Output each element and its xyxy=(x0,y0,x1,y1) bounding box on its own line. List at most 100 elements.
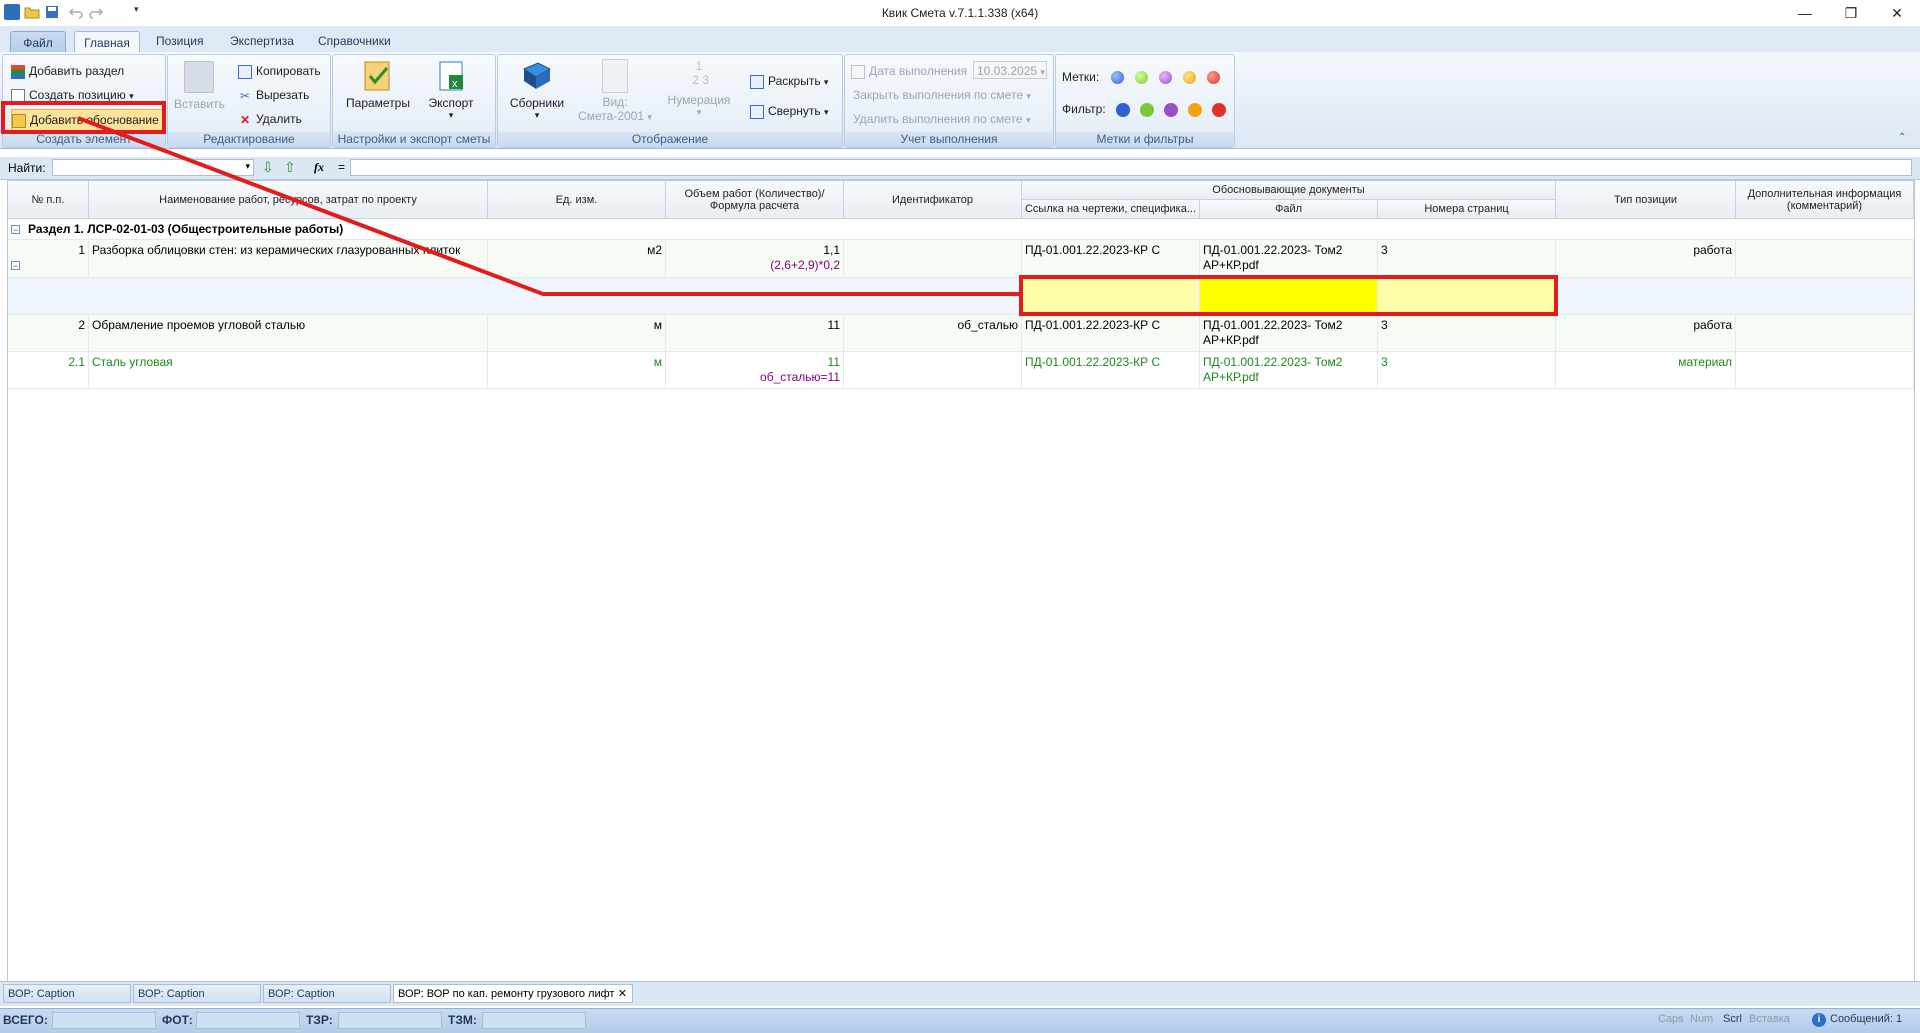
formula-fx-icon[interactable]: fx xyxy=(314,160,324,175)
header-docs-file[interactable]: Файл xyxy=(1200,200,1378,219)
document-tabs: ВОР: Caption (Comment) ВОР: Caption (Com… xyxy=(0,981,1920,1019)
close-window-button[interactable]: ✕ xyxy=(1874,0,1920,26)
doc-tab-active[interactable]: ВОР: ВОР по кап. ремонту грузового лифт … xyxy=(393,984,633,1003)
mark-green-button[interactable] xyxy=(1135,71,1148,84)
header-extra-info[interactable]: Дополнительная информация (комментарий) xyxy=(1736,181,1914,219)
tab-file[interactable]: Файл xyxy=(10,31,66,53)
tab-position[interactable]: Позиция xyxy=(148,30,211,52)
paste-button[interactable]: Вставить xyxy=(174,61,225,111)
collapse-section-icon[interactable]: − xyxy=(11,225,20,235)
cell-unit: м xyxy=(488,315,666,351)
cell-doc-pages: 3 xyxy=(1378,352,1556,388)
table-row[interactable]: 1 Разборка облицовки стен: из керамическ… xyxy=(8,240,1914,278)
table-row[interactable]: 2 Обрамление проемов угловой сталью м 11… xyxy=(8,315,1914,352)
copy-button[interactable]: Копировать xyxy=(238,61,321,81)
mark-purple-button[interactable] xyxy=(1159,71,1172,84)
close-exec-button[interactable]: Закрыть выполнения по смете ▾ xyxy=(853,85,1031,105)
cell-position-type: работа xyxy=(1556,240,1736,277)
cell-qty: 11 xyxy=(827,355,840,369)
header-unit[interactable]: Ед. изм. xyxy=(488,181,666,219)
cell-formula: об_сталью=11 xyxy=(760,370,840,384)
cell-doc-pages: 3 xyxy=(1378,240,1556,277)
copy-icon xyxy=(238,64,252,79)
header-docs-pages[interactable]: Номера страниц xyxy=(1378,200,1556,219)
collapse-icon xyxy=(750,104,764,119)
table-row[interactable]: 2.1 Сталь угловая м 11 об_сталью=11 ПД-0… xyxy=(8,352,1914,389)
mark-red-button[interactable] xyxy=(1207,71,1220,84)
doc-tab[interactable]: ВОР: Caption (Comment) xyxy=(263,984,391,1019)
collections-button[interactable]: Сборники ▾ xyxy=(506,59,568,121)
find-next-icon[interactable]: ⇩ xyxy=(262,159,274,176)
delete-button[interactable]: ✕ Удалить xyxy=(238,109,302,129)
messages-count[interactable]: Сообщений: 1 xyxy=(1830,1013,1902,1025)
cell-num: 2 xyxy=(8,315,89,351)
cell-extra-info xyxy=(1736,240,1914,277)
cut-button[interactable]: ✂ Вырезать xyxy=(238,85,309,105)
cell-unit: м xyxy=(488,352,666,388)
tab-references[interactable]: Справочники xyxy=(310,30,399,52)
expand-icon xyxy=(750,74,764,89)
cell-extra-info xyxy=(1736,315,1914,351)
tab-home[interactable]: Главная xyxy=(74,31,140,54)
cell-position-type: работа xyxy=(1556,315,1736,351)
group-display: Сборники ▾ Вид: Смета-2001 ▾ 1 2 3 Нумер… xyxy=(497,54,843,148)
mark-blue-button[interactable] xyxy=(1111,71,1124,84)
header-identifier[interactable]: Идентификатор xyxy=(844,181,1022,219)
status-total-value xyxy=(52,1012,156,1029)
export-button[interactable]: x Экспорт ▾ xyxy=(421,59,481,121)
params-icon xyxy=(364,61,390,91)
status-tzm-label: ТЗМ: xyxy=(448,1013,477,1027)
collapse-button[interactable]: Свернуть ▾ xyxy=(750,101,829,121)
annotation-highlight-cells xyxy=(1019,275,1558,316)
delete-exec-button[interactable]: Удалить выполнения по смете ▾ xyxy=(853,109,1030,129)
filter-purple-icon[interactable] xyxy=(1164,103,1178,117)
status-tzr-label: ТЗР: xyxy=(306,1013,333,1027)
header-volume[interactable]: Объем работ (Количество)/ Формула расчет… xyxy=(666,181,844,219)
collapse-ribbon-icon[interactable]: ⌃ xyxy=(1898,132,1906,143)
ribbon-tabs: Файл Главная Позиция Экспертиза Справочн… xyxy=(0,26,1920,54)
header-name[interactable]: Наименование работ, ресурсов, затрат по … xyxy=(89,181,488,219)
minimize-button[interactable]: — xyxy=(1782,0,1828,26)
dropdown-arrow-icon: ▾ xyxy=(823,107,829,117)
checkbox-icon xyxy=(851,64,865,79)
find-prev-icon[interactable]: ⇧ xyxy=(284,159,296,176)
view-dropdown[interactable]: Вид: Смета-2001 ▾ xyxy=(574,59,656,123)
exec-date-field[interactable]: 10.03.2025 ▾ xyxy=(973,61,1047,79)
cell-identifier: об_сталью xyxy=(844,315,1022,351)
cell-volume: 1,1 (2,6+2,9)*0,2 xyxy=(666,240,844,277)
filter-blue-icon[interactable] xyxy=(1116,103,1130,117)
close-tab-icon[interactable]: ✕ xyxy=(618,985,627,1004)
header-num[interactable]: № п.п. xyxy=(8,181,89,219)
doc-tab[interactable]: ВОР: Caption (Comment) xyxy=(3,984,131,1019)
add-section-button[interactable]: Добавить раздел xyxy=(11,61,124,81)
num-indicator: Num xyxy=(1690,1013,1714,1025)
doc-tab[interactable]: ВОР: Caption (Comment) xyxy=(133,984,261,1019)
ribbon: Добавить раздел Создать позицию ▾ Добави… xyxy=(0,52,1920,149)
cell-extra-info xyxy=(1736,352,1914,388)
filter-orange-icon[interactable] xyxy=(1188,103,1202,117)
info-icon: i xyxy=(1812,1013,1826,1027)
group-caption: Настройки и экспорт сметы xyxy=(333,132,495,147)
tab-expertise[interactable]: Экспертиза xyxy=(222,30,302,52)
filter-red-icon[interactable] xyxy=(1212,103,1226,117)
formula-input[interactable] xyxy=(350,159,1912,176)
restore-button[interactable]: ❐ xyxy=(1828,0,1874,26)
group-settings-export: Параметры x Экспорт ▾ Настройки и экспор… xyxy=(332,54,496,148)
collapse-row-icon[interactable]: − xyxy=(11,261,20,271)
find-input[interactable]: ▾ xyxy=(52,159,254,176)
filter-green-icon[interactable] xyxy=(1140,103,1154,117)
justification-row[interactable] xyxy=(8,278,1914,315)
mark-orange-button[interactable] xyxy=(1183,71,1196,84)
header-position-type[interactable]: Тип позиции xyxy=(1556,181,1736,219)
section-row[interactable]: − Раздел 1. ЛСР-02-01-03 (Общестроительн… xyxy=(8,219,1914,240)
numbering-button[interactable]: 1 2 3 Нумерация ▾ xyxy=(662,59,736,118)
params-button[interactable]: Параметры xyxy=(345,59,411,110)
dropdown-arrow-icon: ▾ xyxy=(448,110,454,120)
exec-date-checkbox[interactable]: Дата выполнения xyxy=(851,61,967,81)
filter-label: Фильтр: xyxy=(1062,102,1106,116)
group-caption: Отображение xyxy=(498,132,842,147)
header-docs-link[interactable]: Ссылка на чертежи, специфика... xyxy=(1022,200,1200,219)
expand-button[interactable]: Раскрыть ▾ xyxy=(750,71,828,91)
cell-doc-link: ПД-01.001.22.2023-КР С xyxy=(1022,315,1200,351)
scrl-indicator: Scrl xyxy=(1723,1013,1742,1025)
